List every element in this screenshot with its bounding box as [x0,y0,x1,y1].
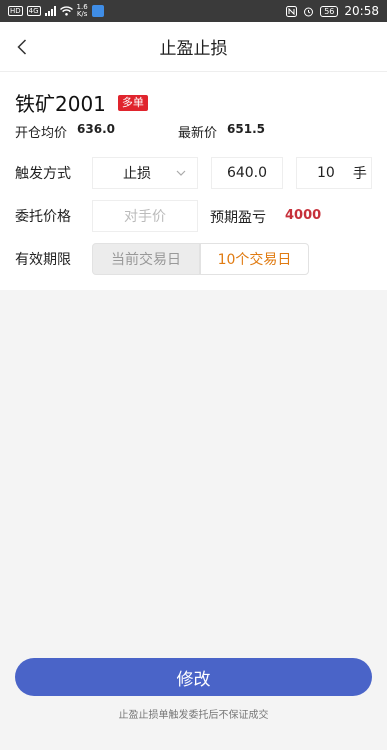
quantity-input[interactable]: 10 手 [296,157,372,189]
instrument-name: 铁矿2001 [15,92,106,116]
status-right: 56 20:58 [286,4,379,18]
trigger-mode-select[interactable]: 止损 [92,157,198,189]
trigger-price-value: 640.0 [226,165,268,181]
instrument-header: 铁矿2001 多单 [15,88,148,117]
open-avg-value: 636.0 [77,122,115,136]
alarm-icon [304,7,314,16]
last-price: 最新价 651.5 [178,122,265,141]
chevron-down-icon [176,170,186,176]
validity-option-current-label: 当前交易日 [111,252,181,268]
status-bar: HD 4G 1.6 K/s 56 20:58 [0,0,387,22]
expected-pnl-value: 4000 [285,208,322,223]
nav-bar: 止盈止损 [0,22,387,72]
signal-bars-icon [44,6,56,16]
quantity-unit: 手 [352,166,367,182]
hd-icon: HD [8,6,23,16]
last-price-label: 最新价 [178,126,218,141]
quantity-value: 10 [317,165,335,181]
battery-icon: 56 [320,5,339,17]
order-price-input[interactable]: 对手价 [92,200,198,232]
order-price-row: 委托价格 [15,200,91,232]
page-title: 止盈止损 [159,39,228,59]
order-price-label: 委托价格 [15,209,71,225]
validity-option-ten-days[interactable]: 10个交易日 [200,243,309,275]
nfc-icon [286,5,298,17]
expected-pnl-label: 预期盈亏 [210,210,266,226]
speed-unit: K/s [76,10,88,18]
trigger-price-input[interactable]: 640.0 [211,157,283,189]
trigger-row: 触发方式 [15,157,91,189]
trigger-mode-value: 止损 [123,166,151,182]
signal-type-label: 4G [26,6,41,16]
open-avg-price: 开仓均价 636.0 [15,122,115,141]
network-speed: 1.6 K/s [77,4,88,18]
clock: 20:58 [344,4,379,18]
disclaimer-text: 止盈止损单触发委托后不保证成交 [118,710,269,721]
app-notification-icon [91,5,104,17]
last-price-value: 651.5 [227,122,265,136]
direction-badge: 多单 [117,94,148,111]
order-form-panel: 铁矿2001 多单 开仓均价 636.0 最新价 651.5 触发方式 止损 6… [0,72,387,290]
open-avg-label: 开仓均价 [15,126,68,141]
modify-button[interactable]: 修改 [15,658,372,696]
order-price-placeholder: 对手价 [124,209,166,225]
back-icon[interactable] [12,36,32,58]
validity-option-current-day[interactable]: 当前交易日 [92,243,200,275]
validity-label: 有效期限 [15,252,71,268]
wifi-icon [59,6,73,16]
validity-option-ten-label: 10个交易日 [217,252,292,268]
validity-row: 有效期限 [15,243,91,275]
trigger-label: 触发方式 [15,166,71,182]
status-left: HD 4G 1.6 K/s [8,4,104,18]
